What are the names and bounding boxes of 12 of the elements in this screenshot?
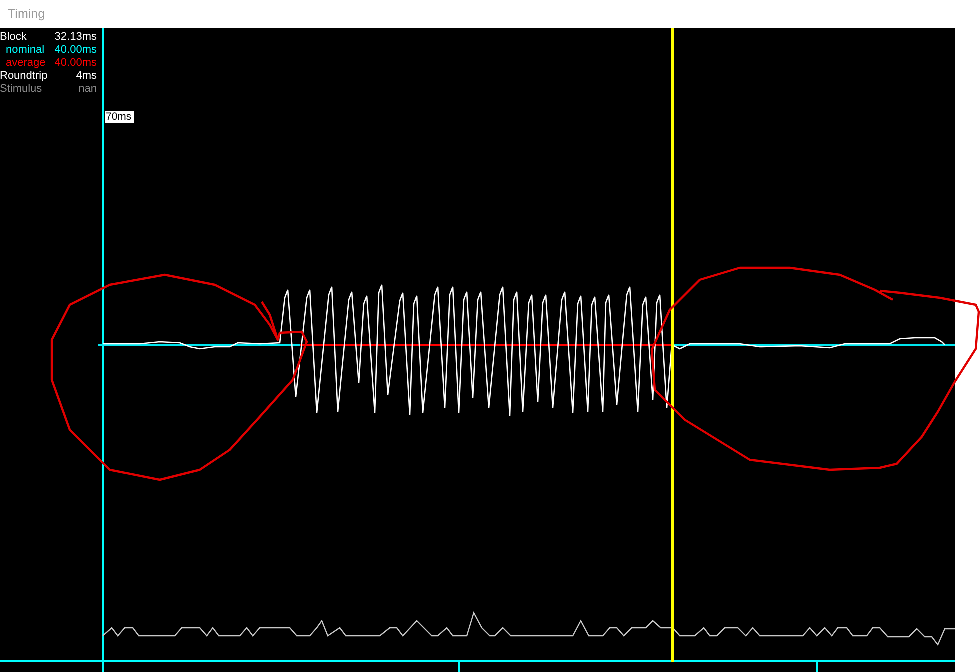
- stat-label: Block: [0, 31, 27, 44]
- stat-value: 40.00ms: [54, 56, 97, 70]
- stat-value: nan: [78, 82, 97, 96]
- stat-value: 4ms: [76, 70, 97, 83]
- cursor-time-label: 70ms: [105, 111, 134, 123]
- stat-value: 40.00ms: [54, 44, 97, 57]
- stat-label: average: [6, 56, 46, 70]
- window-title: Timing: [8, 7, 46, 21]
- stat-value: 32.13ms: [54, 31, 97, 44]
- stat-label: Stimulus: [0, 82, 42, 96]
- stat-label: Roundtrip: [0, 70, 48, 83]
- stat-label: nominal: [6, 44, 45, 57]
